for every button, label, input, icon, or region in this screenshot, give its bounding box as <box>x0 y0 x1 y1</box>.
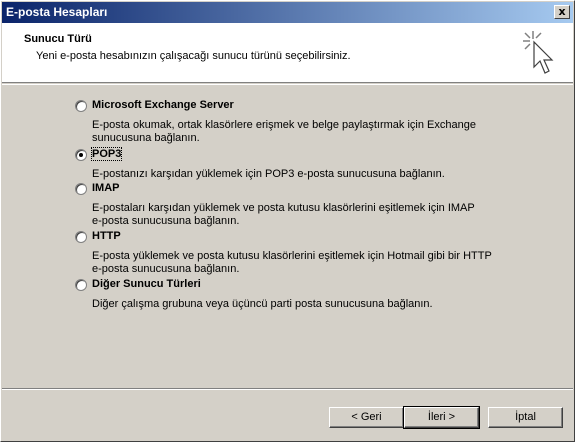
option-http-label[interactable]: HTTP <box>92 230 121 242</box>
option-other-desc-1: Diğer çalışma grubuna veya üçüncü parti … <box>92 298 433 310</box>
radio-exchange[interactable] <box>75 100 87 112</box>
dialog-window: E-posta Hesapları x Sunucu Türü Yeni e-p… <box>0 0 575 442</box>
cancel-button[interactable]: İptal <box>488 407 563 428</box>
option-pop3-desc-1: E-postanızı karşıdan yüklemek için POP3 … <box>92 168 445 180</box>
option-exchange-label[interactable]: Microsoft Exchange Server <box>92 99 234 111</box>
radio-pop3[interactable] <box>75 149 87 161</box>
footer-separator-highlight <box>2 389 573 390</box>
radio-http[interactable] <box>75 231 87 243</box>
header-subtitle: Yeni e-posta hesabınızın çalışacağı sunu… <box>36 50 351 62</box>
option-imap-desc-1: E-postaları karşıdan yüklemek ve posta k… <box>92 202 475 214</box>
wizard-header: Sunucu Türü Yeni e-posta hesabınızın çal… <box>2 23 573 83</box>
option-imap-label[interactable]: IMAP <box>92 182 120 194</box>
cursor-sparkle-icon <box>523 31 554 74</box>
option-exchange-desc-2: sunucusuna bağlanın. <box>92 132 200 144</box>
next-button[interactable]: İleri > <box>403 406 480 429</box>
option-http-desc-2: e-posta sunucusuna bağlanın. <box>92 263 240 275</box>
window-title: E-posta Hesapları <box>6 5 108 19</box>
radio-imap[interactable] <box>75 183 87 195</box>
option-pop3-label[interactable]: POP3 <box>90 147 123 161</box>
option-imap-desc-2: e-posta sunucusuna bağlanın. <box>92 215 240 227</box>
title-bar[interactable]: E-posta Hesapları x <box>2 2 573 23</box>
close-icon: x <box>558 5 566 18</box>
close-button[interactable]: x <box>554 5 570 19</box>
radio-other[interactable] <box>75 279 87 291</box>
option-exchange-desc-1: E-posta okumak, ortak klasörlere erişmek… <box>92 119 476 131</box>
header-title: Sunucu Türü <box>24 33 92 45</box>
option-http-desc-1: E-posta yüklemek ve posta kutusu klasörl… <box>92 250 492 262</box>
back-button[interactable]: < Geri <box>329 407 404 428</box>
option-other-label[interactable]: Diğer Sunucu Türleri <box>92 278 201 290</box>
header-separator <box>2 84 573 85</box>
